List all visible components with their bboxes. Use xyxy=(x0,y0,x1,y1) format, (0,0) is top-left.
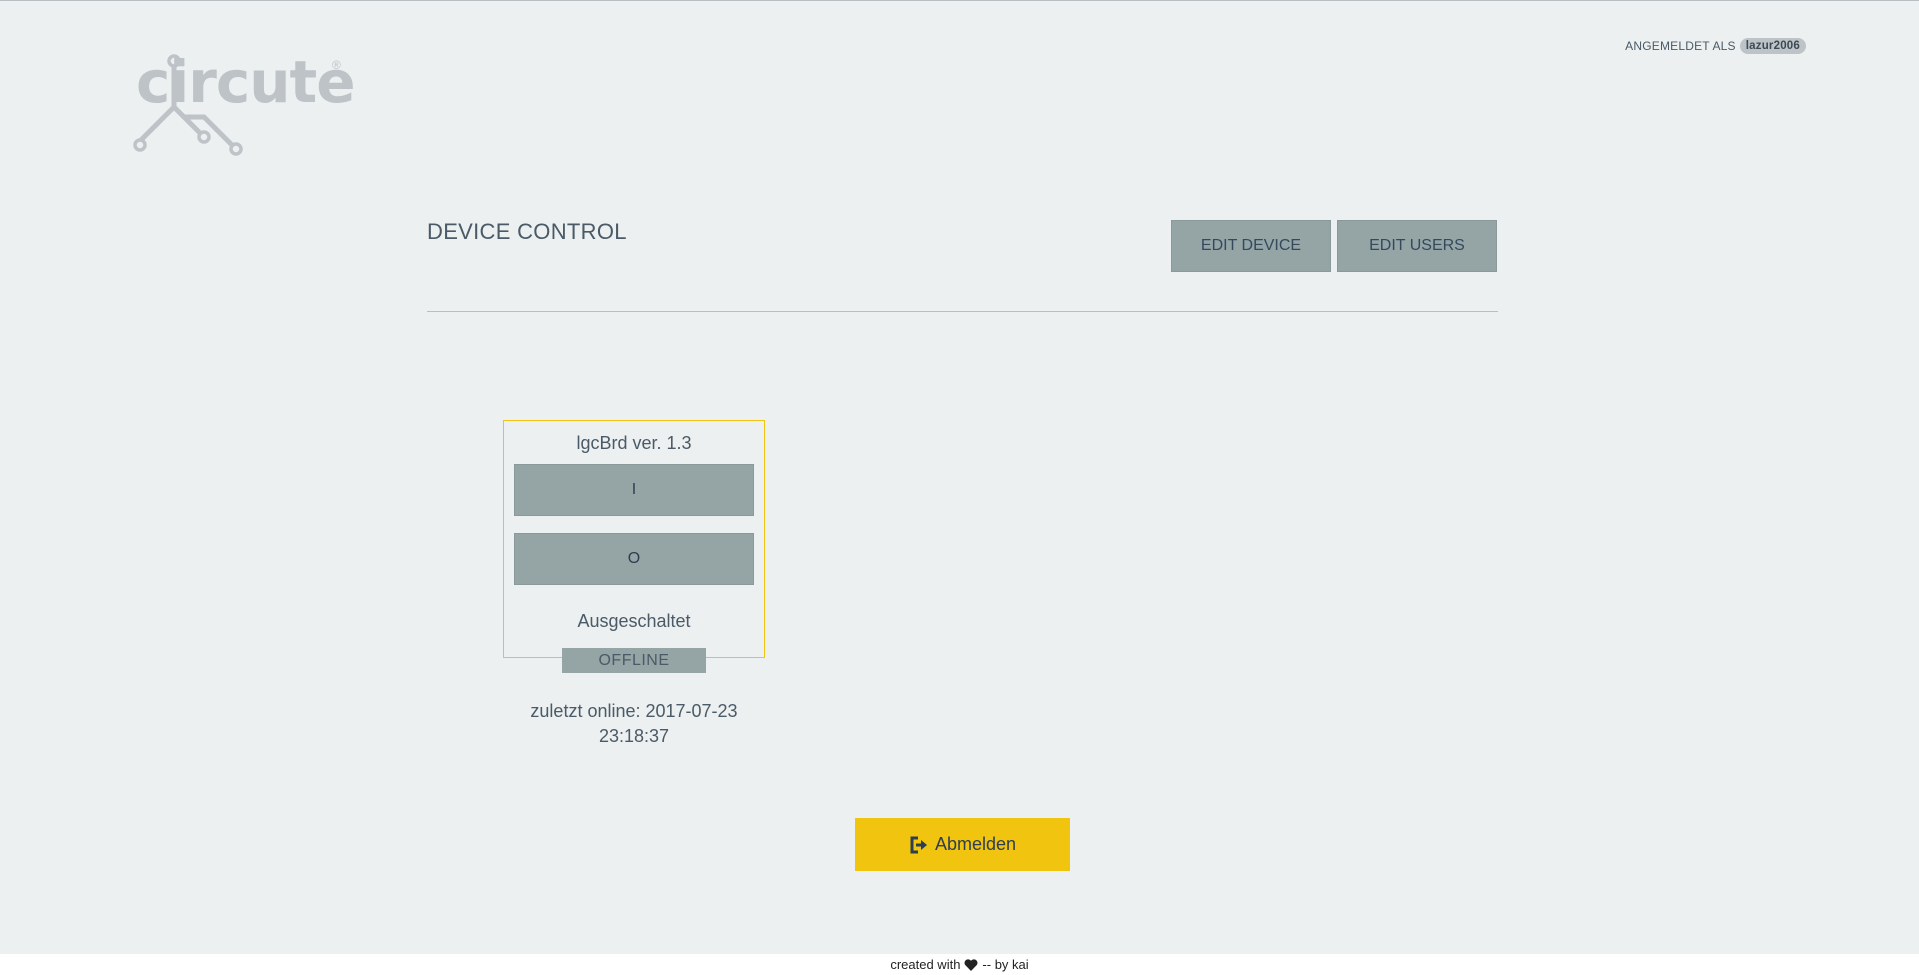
last-online-time: 23:18:37 xyxy=(598,726,670,746)
last-online-text: zuletzt online: 2017-07-23 23:18:37 xyxy=(503,699,765,749)
logout-button[interactable]: Abmelden xyxy=(855,818,1070,871)
device-state: Ausgeschaltet xyxy=(577,611,691,631)
last-online-date: zuletzt online: 2017-07-23 xyxy=(530,701,738,721)
logout-label: Abmelden xyxy=(934,834,1017,854)
page-header: DEVICE CONTROL EDIT DEVICE EDIT USERS xyxy=(427,219,1498,312)
logo-text: circute xyxy=(136,48,356,116)
registered-mark: ® xyxy=(332,58,341,72)
page-title: DEVICE CONTROL xyxy=(427,219,627,244)
circute-logo[interactable]: circute ® xyxy=(132,48,356,178)
username-badge: lazur2006 xyxy=(1739,38,1806,54)
heart-icon xyxy=(964,958,978,971)
footer: created with -- by kai xyxy=(0,954,1919,975)
footer-suffix: -- by kai xyxy=(982,957,1029,972)
edit-users-button[interactable]: EDIT USERS xyxy=(1337,220,1497,272)
switch-off-button[interactable]: O xyxy=(514,533,754,585)
logged-in-label: ANGEMELDET ALS xyxy=(1625,39,1736,53)
device-card: lgcBrd ver. 1.3 I O Ausgeschaltet xyxy=(503,420,765,658)
edit-device-button[interactable]: EDIT DEVICE xyxy=(1171,220,1331,272)
footer-prefix: created with xyxy=(890,957,961,972)
login-info: ANGEMELDET ALS lazur2006 xyxy=(1625,38,1806,54)
page: circute ® ANGEMELDET ALS lazur2006 DEVIC… xyxy=(0,0,1919,954)
switch-on-button[interactable]: I xyxy=(514,464,754,516)
sign-out-icon xyxy=(909,835,929,855)
device-name: lgcBrd ver. 1.3 xyxy=(576,433,692,453)
status-badge: OFFLINE xyxy=(562,648,706,673)
